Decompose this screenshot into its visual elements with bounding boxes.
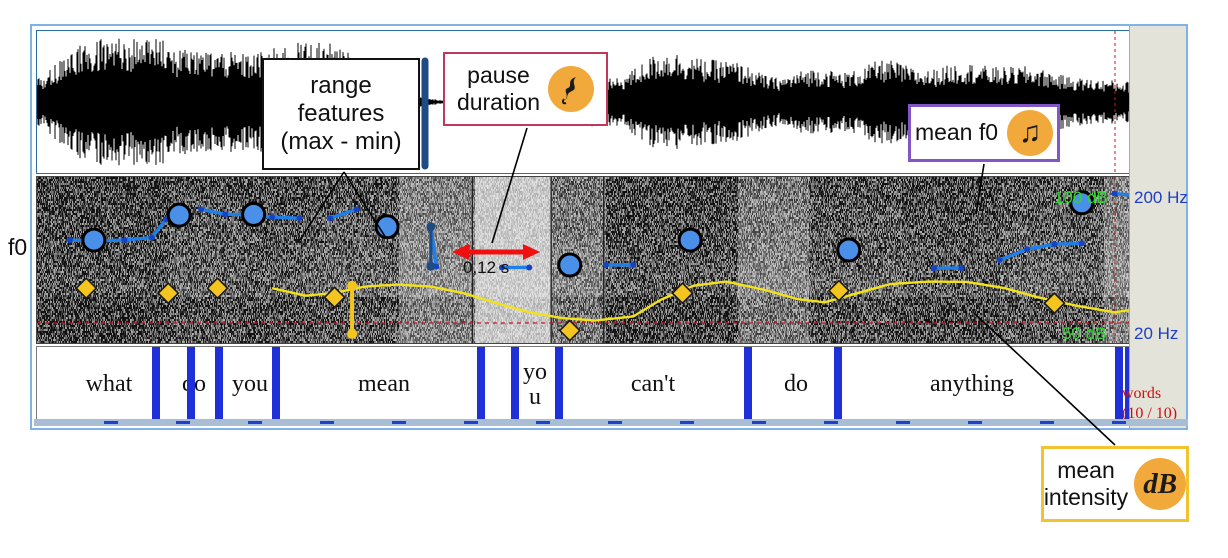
word-label[interactable]: can't [565,347,741,423]
word-boundary-bar[interactable] [215,347,223,423]
word-label[interactable]: you [224,347,276,423]
callout-pause-duration-label: pause duration [457,62,540,116]
rest-glyph [556,73,586,105]
word-label[interactable]: what [55,347,163,423]
scrollbar-tick [104,421,118,424]
word-boundary-bar[interactable] [744,347,752,423]
pitch-and-intensity-overlay [37,177,1131,343]
horizontal-scrollbar[interactable] [34,419,1188,426]
music-note-icon: ♫ [1007,110,1053,156]
scrollbar-tick [896,421,910,424]
axis-margin: 200 Hz 20 Hz words (10 / 10) [1129,26,1186,428]
music-note-glyph: ♫ [1019,118,1042,148]
mean-f0-markers [83,192,1093,276]
word-boundary-bar[interactable] [555,347,563,423]
scrollbar-tick [248,421,262,424]
scrollbar-tick [608,421,622,424]
word-boundary-bar[interactable] [152,347,160,423]
word-label[interactable]: do [753,347,839,423]
word-boundary-bar[interactable] [834,347,842,423]
word-boundary-bar[interactable] [477,347,485,423]
callout-range-features-label: range features (max - min) [280,72,401,157]
callout-mean-f0-label: mean f0 [915,119,998,146]
intensity-max-label: 100 dB [1054,188,1108,208]
word-label[interactable]: yo u [517,347,553,423]
scrollbar-tick [464,421,478,424]
word-boundary-bar[interactable] [272,347,280,423]
words-tier[interactable]: whatdoyoumeanyo ucan'tdoanything [36,346,1132,424]
callout-mean-f0[interactable]: mean f0 ♫ [908,104,1060,162]
f0-axis-label: f0 [8,234,27,261]
word-label[interactable]: anything [847,347,1097,423]
word-label[interactable]: mean [285,347,483,423]
scrollbar-tick [176,421,190,424]
words-tier-legend: words (10 / 10) [1122,384,1182,424]
scrollbar-tick [1040,421,1054,424]
scrollbar-tick [320,421,334,424]
callout-mean-intensity-label: mean intensity [1044,457,1128,511]
intensity-curve [272,282,1131,321]
scrollbar-tick [824,421,838,424]
pause-rest-note-icon [548,66,594,112]
scrollbar-tick [680,421,694,424]
scrollbar-tick [752,421,766,424]
scrollbar-tick [536,421,550,424]
scrollbar-tick [968,421,982,424]
spectrogram-panel[interactable] [36,176,1132,344]
pitch-max-label: 200 Hz [1134,188,1188,208]
pitch-track [67,191,1131,272]
pause-duration-value: 0,12 s [463,258,509,278]
range-feature-bracket [347,222,435,339]
pitch-min-label: 20 Hz [1134,324,1178,344]
callout-range-features[interactable]: range features (max - min) [262,58,420,170]
scrollbar-tick [392,421,406,424]
word-boundary-bar[interactable] [511,347,519,423]
scrollbar-tick [1112,421,1126,424]
mean-intensity-markers [76,278,1064,340]
word-boundary-bar[interactable] [187,347,195,423]
praat-window: whatdoyoumeanyo ucan'tdoanything 200 Hz … [30,24,1188,430]
decibel-glyph: dB [1143,467,1177,501]
intensity-min-label: 50 dB [1062,324,1106,344]
callout-pause-duration[interactable]: pause duration [443,52,608,126]
decibel-icon: dB [1134,458,1186,510]
callout-mean-intensity[interactable]: mean intensity dB [1041,446,1189,522]
